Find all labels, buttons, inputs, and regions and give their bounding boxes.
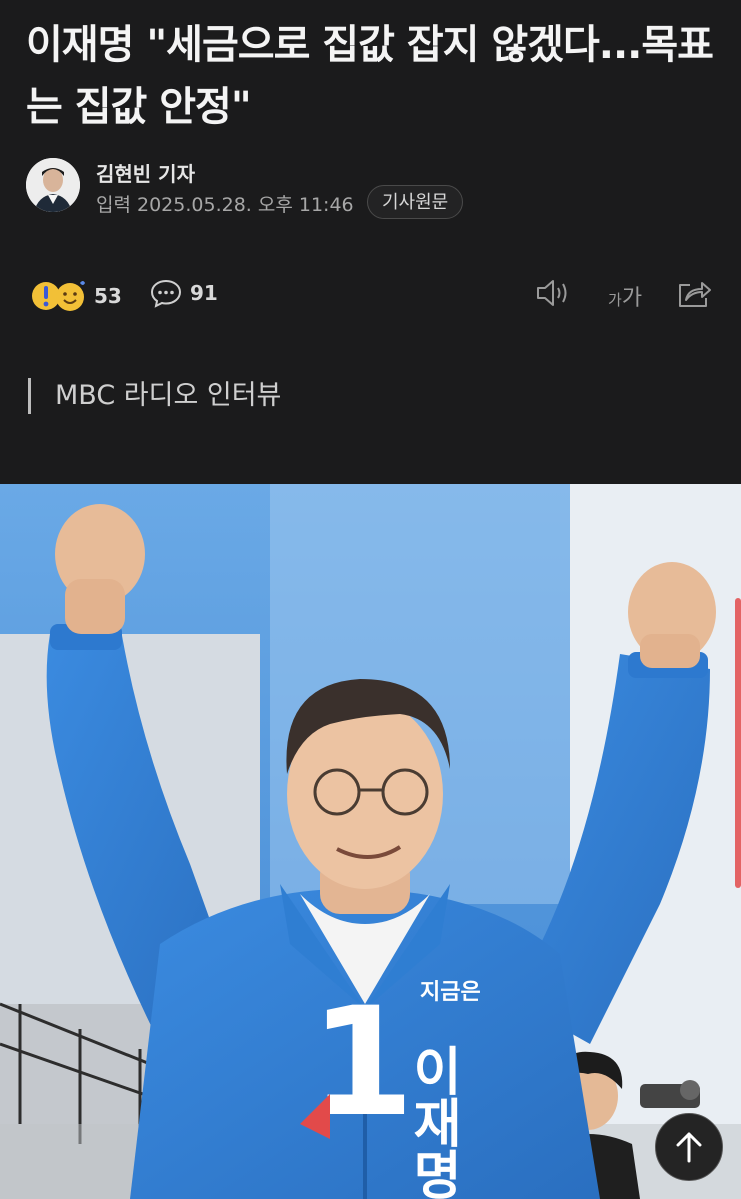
- font-size-button[interactable]: 가가: [608, 280, 642, 312]
- original-article-button[interactable]: 기사원문: [367, 185, 464, 219]
- share-icon: [679, 282, 711, 307]
- listen-button[interactable]: [535, 276, 573, 314]
- font-size-label: 가: [621, 286, 643, 311]
- reaction-emoji-icon: [32, 281, 85, 311]
- byline: 김현빈 기자 입력 2025.05.28. 오후 11:46 기사원문: [26, 156, 716, 219]
- share-button[interactable]: [676, 276, 712, 314]
- reporter-name[interactable]: 김현빈 기자: [96, 158, 195, 187]
- scroll-to-top-button[interactable]: [655, 1113, 723, 1181]
- scroll-indicator[interactable]: [735, 598, 741, 888]
- reporter-avatar[interactable]: [26, 158, 80, 212]
- arrow-up-icon: [676, 1132, 702, 1163]
- jacket-name: 이재명: [402, 1044, 462, 1199]
- article-subheading: MBC 라디오 인터뷰: [28, 378, 281, 414]
- reaction-count: 53: [94, 284, 122, 308]
- comment-count: 91: [190, 281, 218, 305]
- speaker-icon: [537, 280, 567, 306]
- comment-icon: [150, 279, 182, 308]
- action-bar: 53 91 가가: [30, 274, 720, 318]
- font-size-icon: 가: [608, 291, 622, 309]
- article-photo[interactable]: 1 지금은 이재명: [0, 484, 741, 1199]
- publish-date: 입력 2025.05.28. 오후 11:46: [96, 194, 354, 216]
- jacket-slogan: 지금은: [420, 980, 481, 1005]
- article-headline: 이재명 "세금으로 집값 잡지 않겠다...목표는 집값 안정": [26, 22, 714, 130]
- reaction-button[interactable]: 53: [30, 278, 122, 314]
- comment-button[interactable]: 91: [150, 278, 218, 308]
